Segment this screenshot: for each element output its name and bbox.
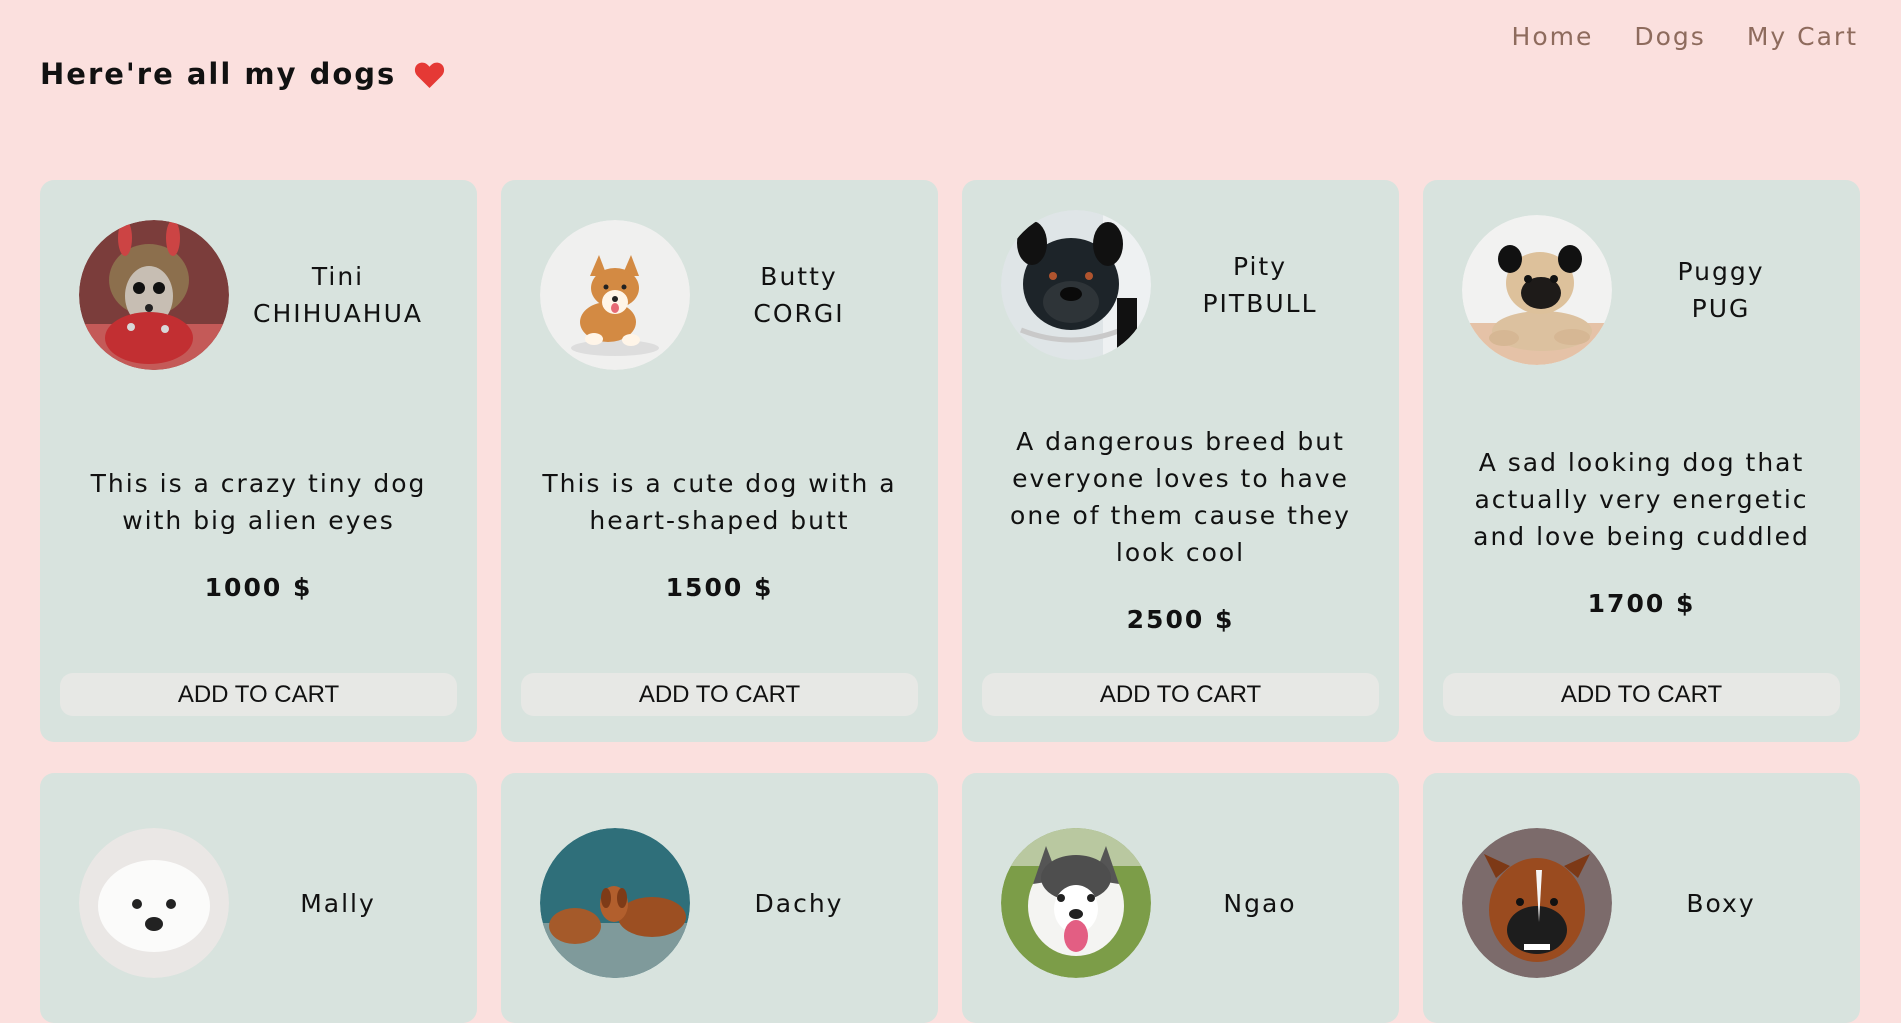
dog-card-header: Mally [60,808,457,998]
dog-meta: Boxy [1612,885,1830,922]
dog-name: Mally [300,888,376,918]
dog-card: Ngao [962,773,1399,1023]
dog-breed: CORGI [753,299,845,328]
nav-home-link[interactable]: Home [1512,22,1594,51]
dog-meta: Mally [229,885,447,922]
dog-photo [1001,210,1151,360]
nav-dogs-link[interactable]: Dogs [1634,22,1705,51]
dog-photo [1001,828,1151,978]
dog-price: 1700 $ [1587,589,1696,618]
dog-card-header: Butty CORGI [521,200,918,390]
dog-card: Mally [40,773,477,1023]
dog-card: Boxy [1423,773,1860,1023]
dog-photo [540,828,690,978]
dog-meta: Pity PITBULL [1151,248,1369,322]
top-nav: Home Dogs My Cart [1512,22,1858,51]
dog-meta: Puggy PUG [1612,253,1830,327]
dog-description: This is a crazy tiny dog with big alien … [90,469,427,535]
dog-card-header: Puggy PUG [1443,200,1840,380]
dog-price: 1000 $ [204,573,313,602]
dog-name: Butty [760,262,838,291]
dog-breed: PITBULL [1202,289,1318,318]
page-header: Here're all my dogs [40,60,445,89]
dog-meta: Ngao [1151,885,1369,922]
dog-photo [79,828,229,978]
nav-cart-link[interactable]: My Cart [1747,22,1858,51]
dog-description: A dangerous breed but everyone loves to … [1010,427,1351,567]
dog-card: Dachy [501,773,938,1023]
page-title: Here're all my dogs [40,57,397,91]
dog-description: A sad looking dog that actually very ene… [1473,448,1810,551]
dog-meta: Dachy [690,885,908,922]
dog-card-header: Tini CHIHUAHUA [60,200,457,390]
dog-name: Tini [311,262,365,291]
dog-photo [1462,828,1612,978]
dog-price: 1500 $ [665,573,774,602]
add-to-cart-button[interactable]: ADD TO CART [982,673,1379,716]
dog-name: Ngao [1223,888,1297,918]
dog-card: Puggy PUG A sad looking dog that actuall… [1423,180,1860,742]
dog-card-header: Pity PITBULL [982,200,1379,370]
dog-meta: Tini CHIHUAHUA [229,258,447,332]
dog-photo [540,220,690,370]
dog-card: Pity PITBULL A dangerous breed but every… [962,180,1399,742]
dog-photo [79,220,229,370]
dog-card-header: Ngao [982,808,1379,998]
dog-meta: Butty CORGI [690,258,908,332]
dog-grid: Tini CHIHUAHUA This is a crazy tiny dog … [40,180,1860,1023]
dog-photo [1462,215,1612,365]
dog-breed: CHIHUAHUA [252,299,424,328]
add-to-cart-button[interactable]: ADD TO CART [60,673,457,716]
dog-price: 2500 $ [1126,605,1235,634]
add-to-cart-button[interactable]: ADD TO CART [1443,673,1840,716]
dog-name: Puggy [1677,257,1765,286]
dog-card-header: Dachy [521,808,918,998]
dog-card-header: Boxy [1443,808,1840,998]
dog-card: Butty CORGI This is a cute dog with a he… [501,180,938,742]
dog-card: Tini CHIHUAHUA This is a crazy tiny dog … [40,180,477,742]
add-to-cart-button[interactable]: ADD TO CART [521,673,918,716]
dog-name: Boxy [1686,888,1756,918]
dog-breed: PUG [1691,294,1751,323]
dog-name: Pity [1232,252,1288,281]
heart-icon [415,62,445,88]
dog-description: This is a cute dog with a heart-shaped b… [542,469,897,535]
dog-name: Dachy [754,888,844,918]
